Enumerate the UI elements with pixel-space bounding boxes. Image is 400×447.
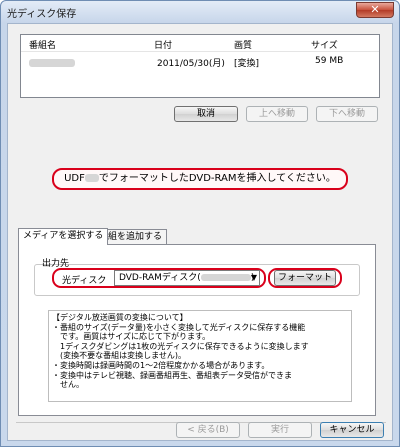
header-title[interactable]: 番組名 xyxy=(29,38,56,51)
cancel-item-button[interactable]: 取消 xyxy=(174,106,238,122)
row-date: 2011/05/30(月) xyxy=(157,59,225,69)
drive-label: 光ディスク xyxy=(62,276,107,286)
move-down-button[interactable]: 下へ移動 xyxy=(316,106,378,122)
note-line: ・番組のサイズ(データ量)を小さく変換して光ディスクに保存する機能 xyxy=(52,322,306,332)
note-line: せん。 xyxy=(52,380,84,390)
back-button[interactable]: < 戻る(B) xyxy=(176,422,240,438)
note-line: ・変換中はテレビ視聴、録画番組再生、番組表データ受信ができま xyxy=(52,370,292,380)
message-text: でフォーマットしたDVD-RAMを挿入してください。 xyxy=(98,173,336,184)
title-bar[interactable]: 光ディスク保存 ✕ xyxy=(1,1,399,23)
header-quality[interactable]: 画質 xyxy=(234,38,252,51)
message-prefix: UDF xyxy=(64,173,85,184)
header-size[interactable]: サイズ xyxy=(311,38,338,51)
note-line: 1ディスクダビングは1枚の光ディスクに保存できるように変換します xyxy=(52,341,309,351)
redacted-text xyxy=(84,174,99,182)
dropdown-arrow-icon: ▼ xyxy=(250,273,257,282)
table-row[interactable]: 2011/05/30(月) [変換] 59 MB xyxy=(21,53,379,69)
drive-value: DVD-RAMディスク( xyxy=(119,273,201,283)
dialog-window: 光ディスク保存 ✕ 番組名 日付 画質 サイズ 2011/05/30(月) [変… xyxy=(0,0,400,447)
redacted-drive xyxy=(200,274,251,281)
window-title: 光ディスク保存 xyxy=(7,9,77,20)
row-size: 59 MB xyxy=(315,56,344,66)
header-date[interactable]: 日付 xyxy=(154,38,172,51)
close-button[interactable]: ✕ xyxy=(356,2,394,18)
run-button[interactable]: 実行 xyxy=(248,422,312,438)
close-icon: ✕ xyxy=(370,3,380,16)
program-list[interactable]: 番組名 日付 画質 サイズ 2011/05/30(月) [変換] 59 MB xyxy=(20,34,380,98)
conversion-notes: 【デジタル放送画質の変換について】 ・番組のサイズ(データ量)を小さく変換して光… xyxy=(48,310,352,402)
note-line: (変換不要な番組は変換しません)。 xyxy=(52,351,187,361)
cancel-button[interactable]: キャンセル xyxy=(320,422,384,438)
drive-select[interactable]: DVD-RAMディスク() ▼ xyxy=(114,270,260,286)
insert-disc-message: UDF でフォーマットしたDVD-RAMを挿入してください。 xyxy=(52,168,348,190)
move-up-button[interactable]: 上へ移動 xyxy=(246,106,308,122)
format-button[interactable]: フォーマット xyxy=(274,270,336,286)
tab-select-media[interactable]: メディアを選択する xyxy=(18,228,109,245)
dialog-client: 番組名 日付 画質 サイズ 2011/05/30(月) [変換] 59 MB 取… xyxy=(7,23,393,441)
row-quality: [変換] xyxy=(234,59,260,69)
note-line: ・変換時間は録画時間の1〜2倍程度かかる場合があります。 xyxy=(52,360,270,370)
list-header: 番組名 日付 画質 サイズ xyxy=(21,35,379,52)
note-line: 【デジタル放送画質の変換について】 xyxy=(52,313,188,322)
note-line: です。画質はサイズに応じて下がります。 xyxy=(52,332,211,342)
